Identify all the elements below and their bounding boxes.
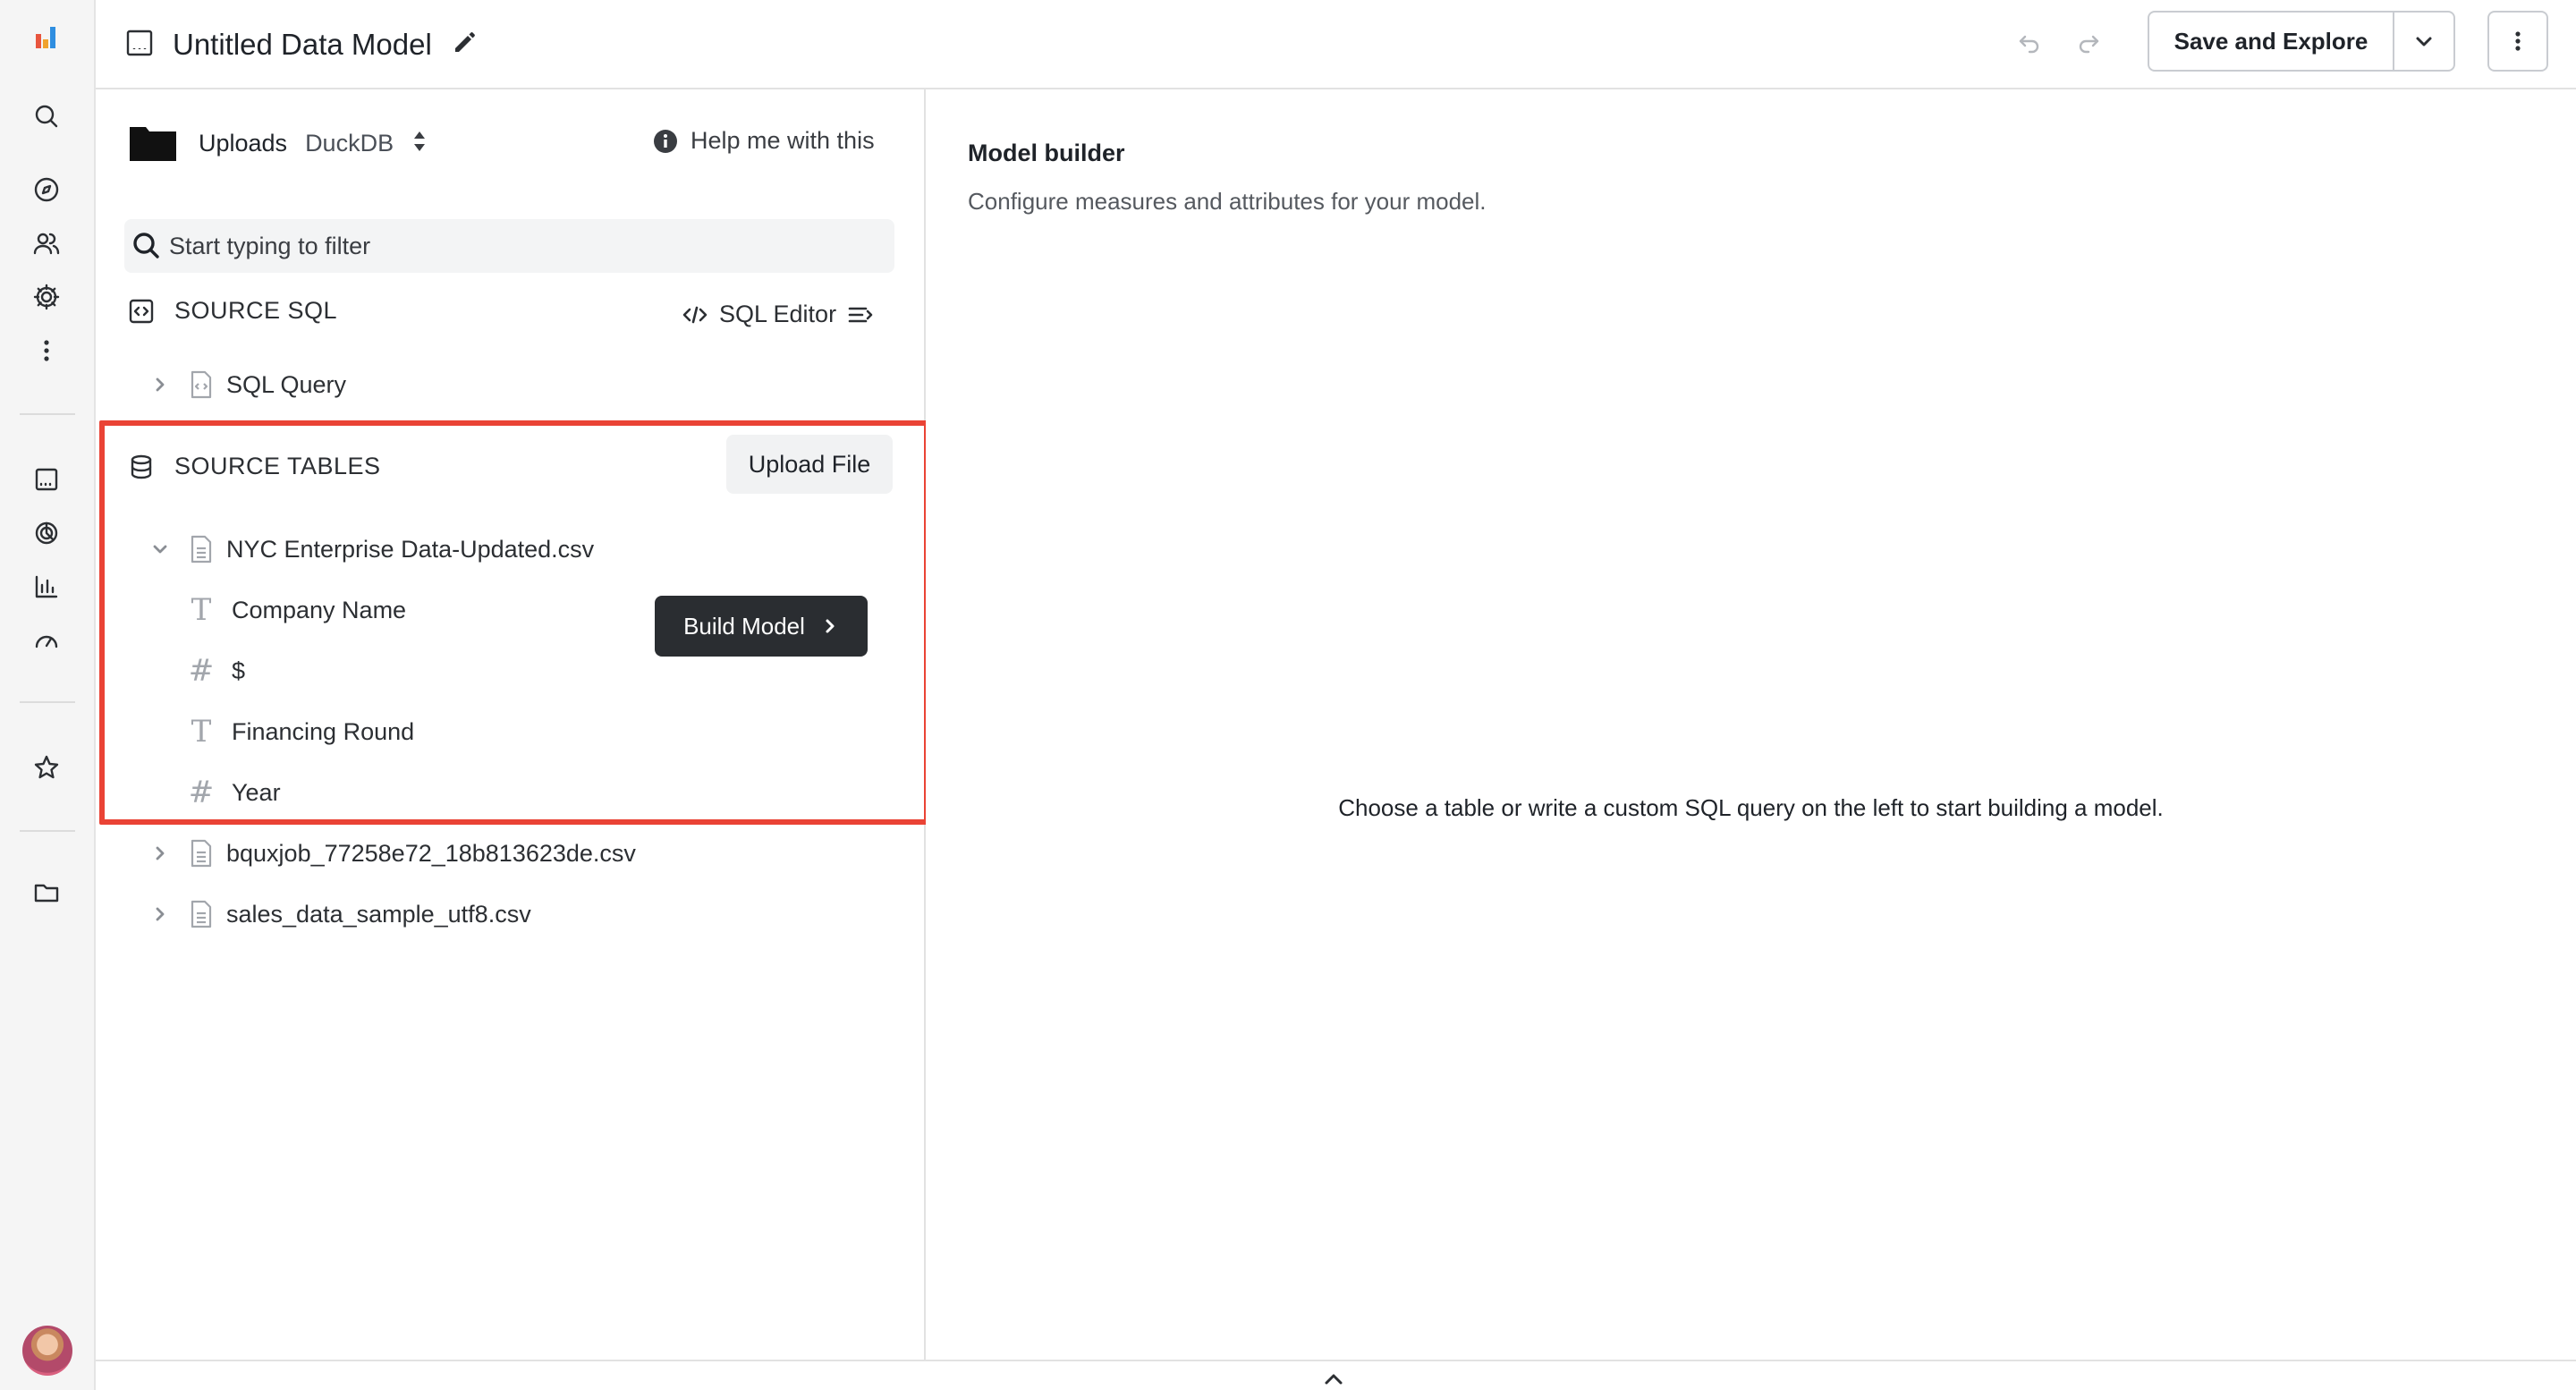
filter-field[interactable] <box>124 219 894 273</box>
folder-icon <box>130 123 176 165</box>
sql-editor-label: SQL Editor <box>719 301 837 327</box>
upload-file-button[interactable]: Upload File <box>726 435 893 494</box>
save-options-dropdown[interactable] <box>2394 13 2453 70</box>
table-name: NYC Enterprise Data-Updated.csv <box>226 535 595 563</box>
field-item[interactable]: # Year <box>178 775 281 810</box>
field-item[interactable]: # $ <box>178 653 245 689</box>
avatar[interactable] <box>22 1326 72 1376</box>
number-type-icon: # <box>188 653 215 689</box>
field-item[interactable]: T Company Name <box>178 592 406 628</box>
title-area: Untitled Data Model <box>124 20 479 70</box>
bar-logo-icon[interactable] <box>29 20 64 55</box>
save-and-explore-button[interactable]: Save and Explore <box>2149 13 2394 70</box>
field-name: Financing Round <box>232 717 415 745</box>
star-icon[interactable] <box>29 750 64 785</box>
explore-icon[interactable] <box>29 515 64 551</box>
more-options-button[interactable] <box>2487 11 2548 72</box>
redo-icon[interactable] <box>2069 23 2108 63</box>
folder-icon[interactable] <box>29 875 64 911</box>
gauge-icon[interactable] <box>29 623 64 658</box>
table-name: sales_data_sample_utf8.csv <box>226 900 531 928</box>
build-model-button[interactable]: Build Model <box>655 596 868 657</box>
nav-rail <box>0 0 96 1390</box>
text-type-icon: T <box>191 714 212 750</box>
source-selector[interactable]: Uploads DuckDB <box>199 127 428 159</box>
field-name: $ <box>232 657 246 684</box>
chevron-up-icon[interactable] <box>1323 1370 1344 1390</box>
panel-toggle-icon <box>848 307 873 322</box>
sql-query-item[interactable]: SQL Query <box>144 367 346 403</box>
empty-state-message: Choose a table or write a custom SQL que… <box>1338 794 2164 821</box>
database-icon <box>131 454 152 479</box>
builder-title: Model builder <box>968 140 1125 166</box>
field-name: Company Name <box>232 596 407 623</box>
source-tables-header: SOURCE TABLES <box>128 453 381 480</box>
top-bar: Untitled Data Model Save and Explore <box>96 0 2576 89</box>
text-type-icon: T <box>191 592 212 628</box>
source-sql-header: SOURCE SQL <box>128 297 337 325</box>
chart-icon[interactable] <box>29 569 64 605</box>
source-database: DuckDB <box>305 129 394 157</box>
dashboard-icon[interactable] <box>29 462 64 497</box>
table-name: bquxjob_77258e72_18b813623de.csv <box>226 839 636 867</box>
csv-file-icon <box>176 900 226 928</box>
field-name: Year <box>232 778 281 806</box>
save-button-group: Save and Explore <box>2148 11 2455 72</box>
chevron-down-icon[interactable] <box>144 539 176 559</box>
sql-query-label: SQL Query <box>226 370 347 398</box>
info-icon <box>654 129 677 153</box>
users-icon[interactable] <box>29 225 64 261</box>
nav-divider <box>20 830 75 832</box>
filter-input[interactable] <box>169 232 867 260</box>
chevron-down-icon <box>2416 37 2432 47</box>
code-icon <box>682 306 708 323</box>
nav-divider <box>20 701 75 703</box>
table-item[interactable]: bquxjob_77258e72_18b813623de.csv <box>144 835 636 871</box>
search-icon <box>133 233 159 259</box>
source-sql-heading: SOURCE SQL <box>174 297 338 324</box>
edit-pencil-icon[interactable] <box>450 29 479 62</box>
table-item-expanded[interactable]: NYC Enterprise Data-Updated.csv <box>144 531 594 567</box>
nav-divider <box>20 413 75 415</box>
sort-updown-icon <box>411 129 428 158</box>
field-item[interactable]: T Financing Round <box>178 714 414 750</box>
model-builder-panel: Model builder Configure measures and att… <box>926 89 2576 1360</box>
source-panel: Uploads DuckDB Help me with this SOURCE … <box>96 89 929 1360</box>
gear-icon[interactable] <box>29 279 64 315</box>
source-tables-heading: SOURCE TABLES <box>174 453 381 479</box>
bottom-drawer-bar <box>96 1360 2576 1390</box>
compass-icon[interactable] <box>29 172 64 208</box>
sql-editor-button[interactable]: SQL Editor <box>682 301 874 328</box>
chevron-right-icon <box>826 619 835 633</box>
chevron-right-icon[interactable] <box>144 843 176 863</box>
page-title: Untitled Data Model <box>173 28 432 61</box>
search-icon[interactable] <box>29 98 64 134</box>
builder-subtitle: Configure measures and attributes for yo… <box>968 188 1487 215</box>
table-item[interactable]: sales_data_sample_utf8.csv <box>144 896 531 932</box>
more-vertical-icon[interactable] <box>29 333 64 369</box>
help-link[interactable]: Help me with this <box>653 127 875 155</box>
csv-file-icon <box>176 839 226 868</box>
undo-icon[interactable] <box>2010 23 2049 63</box>
number-type-icon: # <box>188 775 215 810</box>
build-model-label: Build Model <box>683 612 805 640</box>
csv-file-icon <box>176 535 226 564</box>
chevron-right-icon[interactable] <box>144 904 176 924</box>
code-box-icon <box>129 299 154 323</box>
sql-file-icon <box>176 370 226 399</box>
chevron-right-icon[interactable] <box>144 375 176 394</box>
source-folder-name: Uploads <box>199 129 288 157</box>
data-model-icon <box>124 28 155 63</box>
help-label: Help me with this <box>691 127 875 154</box>
more-vertical-icon <box>2515 31 2521 51</box>
